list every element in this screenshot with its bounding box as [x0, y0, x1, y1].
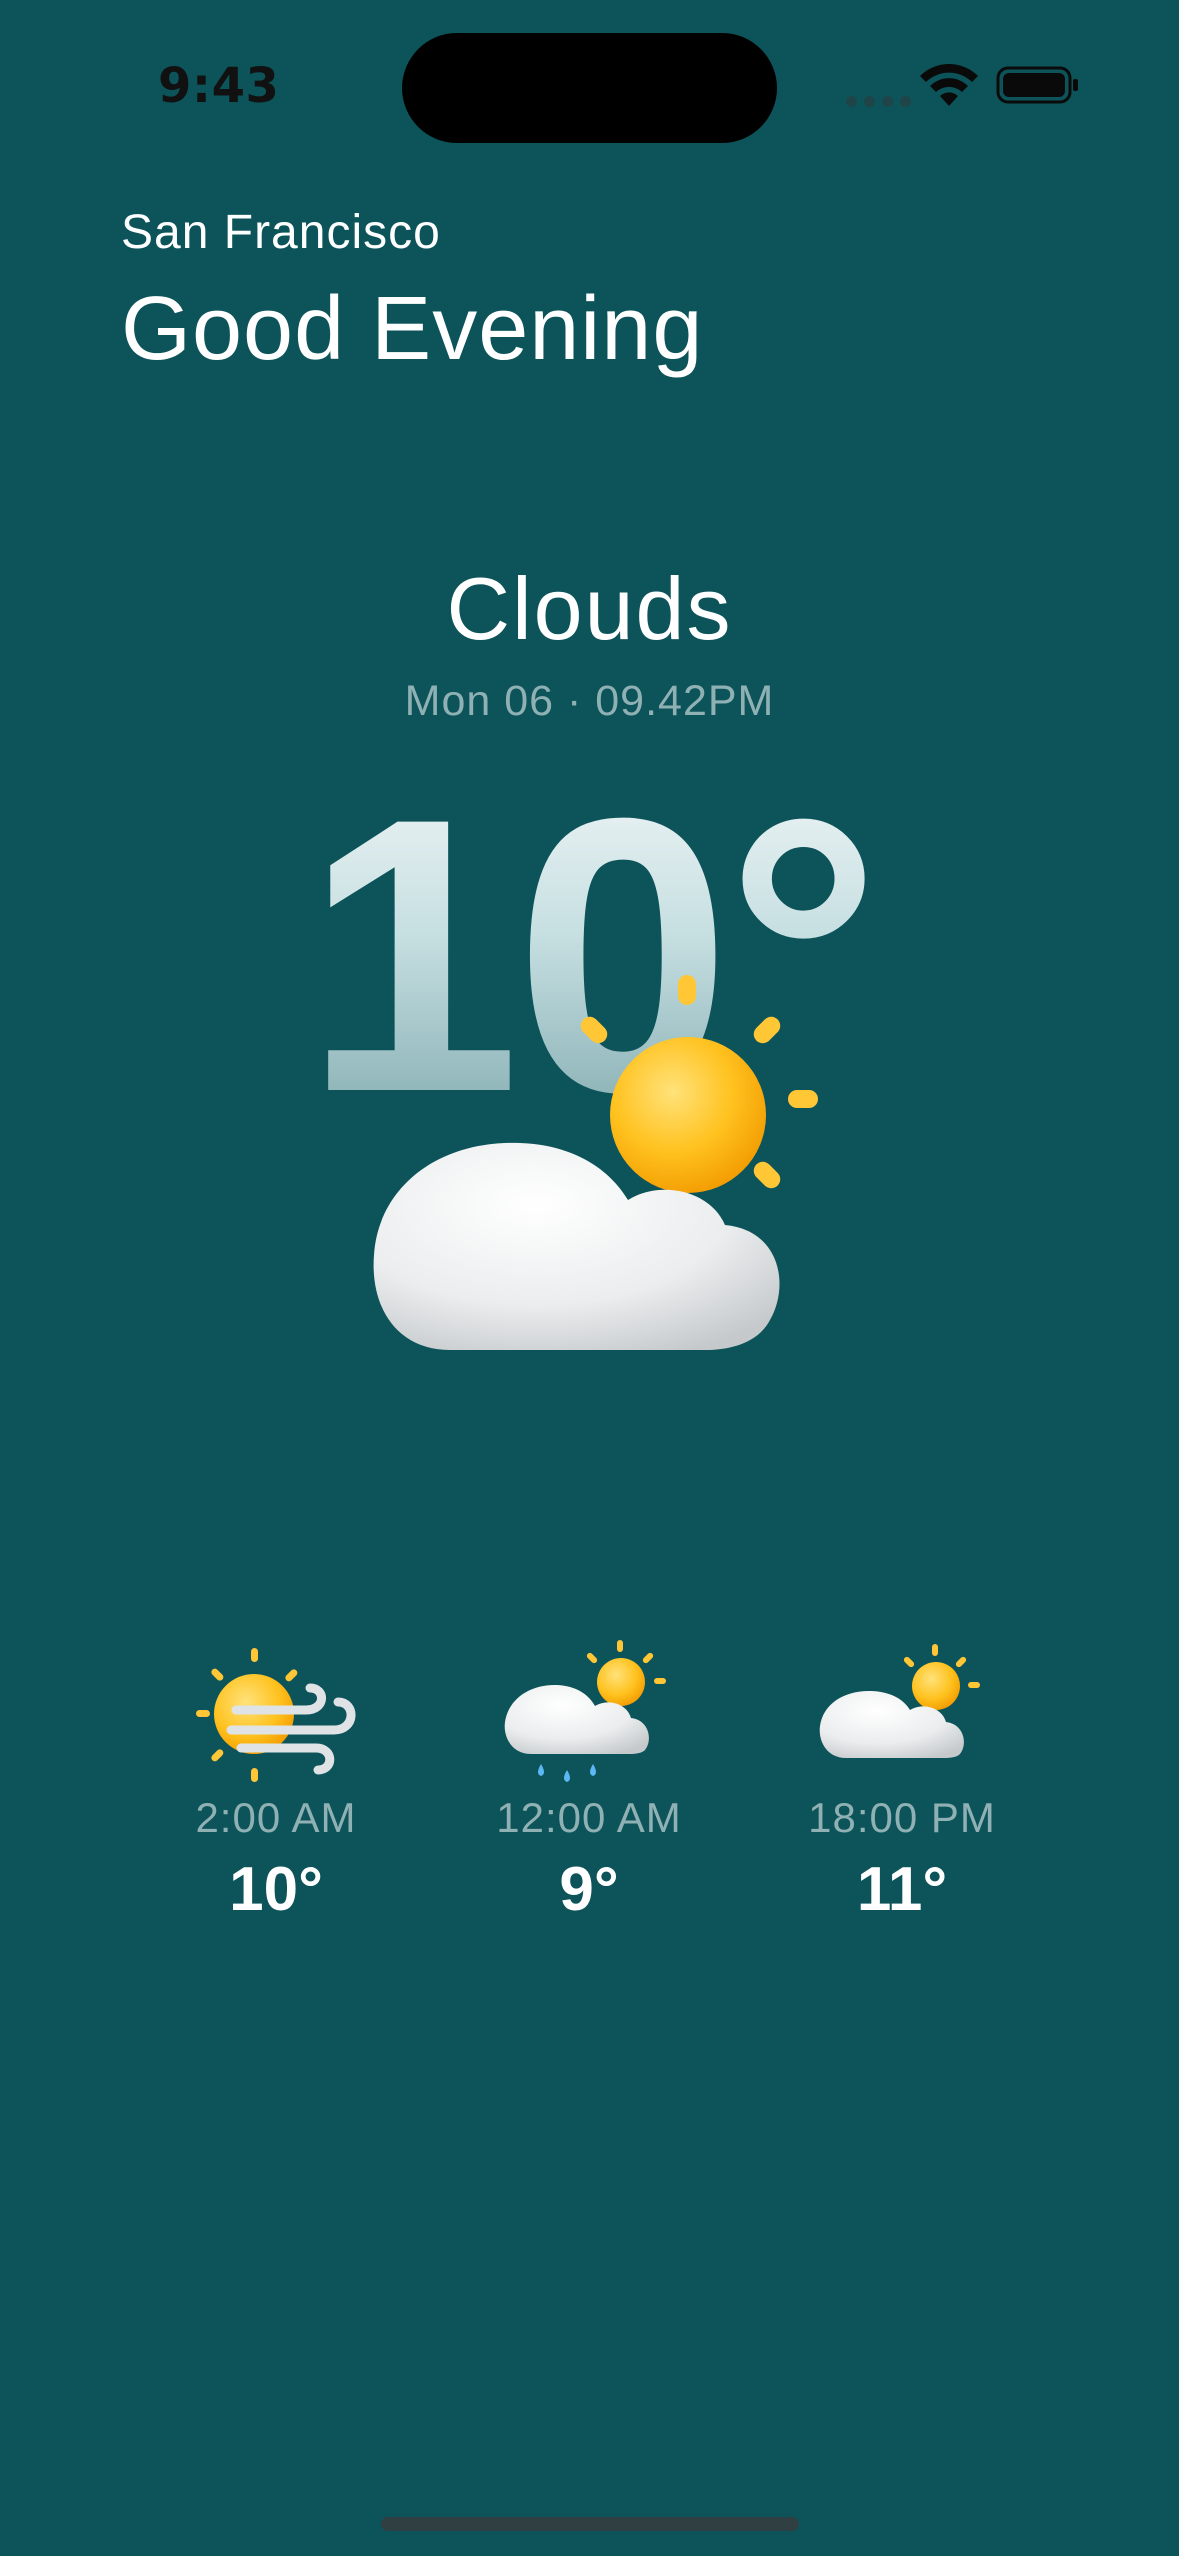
rain-cloud-sun-icon	[504, 1640, 666, 1782]
home-indicator[interactable]	[381, 2517, 799, 2531]
forecast-temperature: 9°	[559, 1855, 619, 1924]
greeting-title: Good Evening	[121, 279, 704, 379]
sun-behind-cloud-icon	[819, 1644, 980, 1758]
current-datetime: Mon 06 · 09.42PM	[404, 677, 775, 725]
forecast-item[interactable]: 18:00 PM 11°	[772, 1640, 1032, 1925]
forecast-time: 2:00 AM	[195, 1794, 357, 1841]
sun-behind-cloud-icon	[373, 975, 818, 1350]
status-bar-time: 9:43	[158, 58, 280, 114]
dynamic-island	[402, 33, 777, 143]
forecast-time: 18:00 PM	[808, 1794, 996, 1841]
forecast-temperature: 11°	[856, 1855, 948, 1924]
forecast-item[interactable]: 12:00 AM 9°	[459, 1640, 719, 1925]
forecast-time: 12:00 AM	[496, 1794, 682, 1841]
sun-wind-icon	[196, 1648, 356, 1782]
forecast-temperature: 10°	[229, 1855, 323, 1924]
weather-condition: Clouds	[446, 559, 733, 658]
battery-icon	[996, 66, 1078, 104]
cellular-signal-icon	[846, 96, 911, 107]
city-name: San Francisco	[121, 206, 441, 259]
forecast-item[interactable]: 2:00 AM 10°	[146, 1640, 406, 1925]
wifi-icon	[920, 64, 978, 106]
